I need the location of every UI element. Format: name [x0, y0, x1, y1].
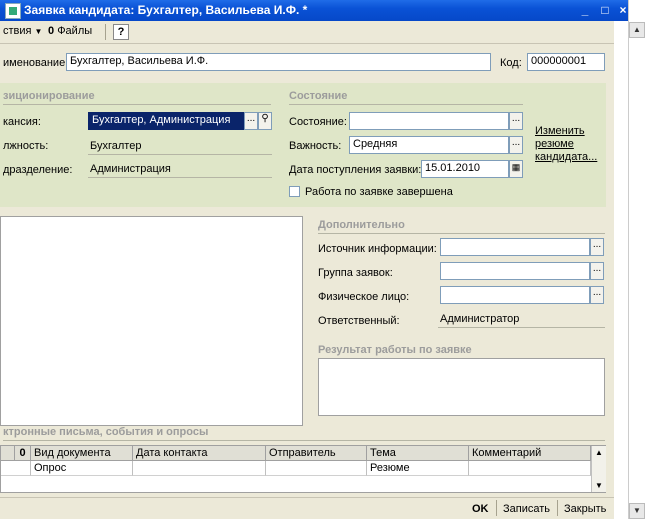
status-select-button[interactable]: ... — [509, 112, 523, 130]
person-select-button[interactable]: ... — [590, 286, 604, 304]
app-icon — [5, 3, 21, 19]
window-title: Заявка кандидата: Бухгалтер, Васильева И… — [24, 3, 308, 17]
position-underline — [88, 154, 272, 155]
status-label: Состояние: — [289, 116, 347, 128]
help-button[interactable]: ? — [113, 24, 129, 40]
emails-table[interactable]: 0 Вид документа Дата контакта Отправител… — [0, 445, 606, 493]
date-label: Дата поступления заявки: — [289, 164, 422, 176]
scroll-down-icon[interactable]: ▼ — [629, 503, 645, 519]
date-field[interactable]: 15.01.2010 — [421, 160, 509, 178]
state-title: Состояние — [289, 90, 348, 102]
source-select-button[interactable]: ... — [590, 238, 604, 256]
footer-divider — [0, 497, 614, 498]
save-button[interactable]: Записать — [503, 503, 550, 515]
position-value: Бухгалтер — [90, 140, 142, 152]
division-value: Администрация — [90, 163, 171, 175]
group-select-button[interactable]: ... — [590, 262, 604, 280]
code-field[interactable]: 000000001 — [527, 53, 605, 71]
responsible-underline — [438, 327, 605, 328]
toolbar-separator — [105, 24, 106, 40]
actions-menu[interactable]: ствия ▼ — [3, 25, 42, 37]
minimize-icon[interactable]: _ — [578, 3, 592, 17]
person-label: Физическое лицо: — [318, 291, 410, 303]
ok-button[interactable]: OK — [472, 503, 489, 515]
name-field[interactable]: Бухгалтер, Васильева И.Ф. — [66, 53, 491, 71]
additional-divider — [318, 233, 605, 234]
paperclip-icon: 0 — [15, 446, 31, 461]
scroll-down-icon[interactable]: ▼ — [592, 479, 606, 492]
files-label: Файлы — [57, 25, 93, 37]
table-cell-subject[interactable]: Резюме — [367, 461, 469, 476]
vacancy-field[interactable]: Бухгалтер, Администрация — [88, 112, 244, 130]
table-cell-sender[interactable] — [266, 461, 367, 476]
source-label: Источник информации: — [318, 243, 437, 255]
toolbar: ствия ▼ 0 Файлы ? — [0, 21, 614, 44]
state-divider — [289, 104, 523, 105]
column-header-date[interactable]: Дата контакта — [133, 446, 266, 461]
outer-scrollbar[interactable] — [628, 0, 646, 519]
source-field[interactable] — [440, 238, 590, 256]
vacancy-label: кансия: — [3, 116, 41, 128]
result-field[interactable] — [318, 358, 605, 416]
column-header-sender[interactable]: Отправитель — [266, 446, 367, 461]
division-underline — [88, 177, 272, 178]
name-label: именование: — [3, 57, 69, 69]
scroll-up-icon[interactable]: ▲ — [629, 22, 645, 38]
positioning-title: зиционирование — [3, 90, 95, 102]
completed-label: Работа по заявке завершена — [305, 186, 453, 198]
table-row-marker-header — [1, 446, 15, 461]
table-cell-date[interactable] — [133, 461, 266, 476]
responsible-label: Ответственный: — [318, 315, 400, 327]
table-cell-type[interactable]: Опрос — [31, 461, 133, 476]
importance-field[interactable]: Средняя — [349, 136, 509, 154]
scroll-up-icon[interactable]: ▲ — [592, 446, 606, 459]
person-field[interactable] — [440, 286, 590, 304]
positioning-divider — [3, 104, 271, 105]
vacancy-select-button[interactable]: ... — [244, 112, 258, 130]
close-button[interactable]: Закрыть — [564, 503, 606, 515]
division-label: дразделение: — [3, 164, 73, 176]
additional-title: Дополнительно — [318, 219, 405, 231]
column-header-subject[interactable]: Тема — [367, 446, 469, 461]
table-cell-comment[interactable] — [469, 461, 591, 476]
notes-area[interactable] — [0, 216, 303, 426]
footer-separator — [496, 500, 497, 516]
importance-select-button[interactable]: ... — [509, 136, 523, 154]
paperclip-icon: 0 — [48, 25, 55, 37]
group-label: Группа заявок: — [318, 267, 393, 279]
table-row-marker[interactable] — [1, 461, 31, 476]
importance-label: Важность: — [289, 140, 342, 152]
calendar-icon[interactable]: ▦ — [509, 160, 523, 178]
result-title: Результат работы по заявке — [318, 344, 472, 356]
code-label: Код: — [500, 57, 522, 69]
group-field[interactable] — [440, 262, 590, 280]
change-resume-link[interactable]: Изменить резюме кандидата... — [535, 125, 605, 164]
emails-divider — [3, 440, 605, 441]
table-scrollbar[interactable]: ▲ ▼ — [591, 446, 606, 492]
actions-label: ствия — [3, 25, 32, 37]
status-field[interactable] — [349, 112, 509, 130]
completed-checkbox[interactable] — [289, 186, 300, 197]
title-bar: Заявка кандидата: Бухгалтер, Васильева И… — [0, 0, 628, 21]
position-label: лжность: — [3, 140, 49, 152]
responsible-value: Администратор — [440, 313, 520, 325]
search-icon[interactable]: ⚲ — [258, 112, 272, 130]
column-header-comment[interactable]: Комментарий — [469, 446, 591, 461]
footer-separator — [557, 500, 558, 516]
files-button[interactable]: 0 Файлы — [48, 25, 92, 37]
chevron-down-icon: ▼ — [34, 27, 43, 36]
column-header-type[interactable]: Вид документа — [31, 446, 133, 461]
maximize-icon[interactable]: □ — [598, 3, 612, 17]
emails-title: ктронные письма, события и опросы — [3, 426, 209, 438]
